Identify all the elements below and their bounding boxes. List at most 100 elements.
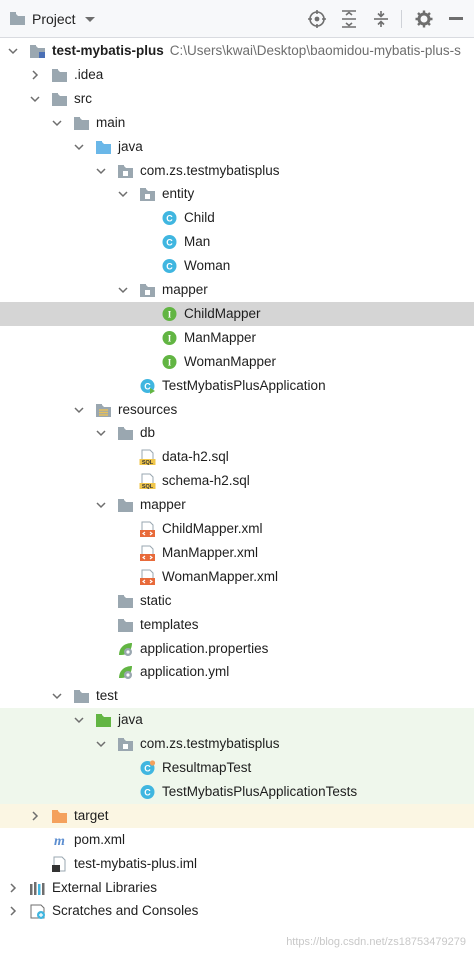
tree-item-com-zs-testmybatisplus[interactable]: com.zs.testmybatisplus <box>0 159 474 183</box>
tree-item-label: java <box>118 712 143 728</box>
folder-icon <box>118 594 133 608</box>
tree-item-external-libraries[interactable]: External Libraries <box>0 876 474 900</box>
svg-text:I: I <box>168 309 172 319</box>
svg-text:I: I <box>168 357 172 367</box>
tree-item-test-mybatis-plus[interactable]: test-mybatis-plus C:\Users\kwai\Desktop\b… <box>0 39 474 63</box>
chevron-down-icon[interactable] <box>118 285 128 295</box>
module-name: test-mybatis-plus <box>52 43 164 58</box>
tree-item-womanmapper[interactable]: I WomanMapper <box>0 350 474 374</box>
tree-item-label: static <box>140 592 172 608</box>
module-path: C:\Users\kwai\Desktop\baomidou-mybatis-p… <box>169 43 461 58</box>
tree-item-scratches-and-consoles[interactable]: Scratches and Consoles <box>0 899 474 923</box>
hide-icon[interactable] <box>446 9 466 29</box>
locate-icon[interactable] <box>307 9 327 29</box>
tree-item-templates[interactable]: templates <box>0 613 474 637</box>
tree-item-childmapper[interactable]: I ChildMapper <box>0 301 474 326</box>
class-icon: C <box>162 235 177 250</box>
tree-item-src[interactable]: src <box>0 87 474 111</box>
tree-item-label: target <box>74 807 109 823</box>
xml-file-icon <box>140 569 155 585</box>
tree-item-mapper[interactable]: mapper <box>0 278 474 302</box>
chevron-down-icon[interactable] <box>74 142 84 152</box>
chevron-right-icon[interactable] <box>30 811 40 821</box>
folder-icon <box>74 690 89 704</box>
collapse-all-icon[interactable] <box>371 9 391 29</box>
tree-item-com-zs-testmybatisplus[interactable]: com.zs.testmybatisplus <box>0 732 474 757</box>
tree-item-data-h2-sql[interactable]: SQL data-h2.sql <box>0 445 474 469</box>
tree-item-woman[interactable]: C Woman <box>0 254 474 278</box>
chevron-down-icon[interactable] <box>74 715 84 725</box>
class-icon: C <box>162 259 177 274</box>
tree-item-resultmaptest[interactable]: C ResultmapTest <box>0 756 474 780</box>
tree-item-java[interactable]: java <box>0 135 474 159</box>
chevron-down-icon[interactable] <box>96 500 106 510</box>
sql-file-icon: SQL <box>139 449 156 466</box>
chevron-down-icon[interactable] <box>74 405 84 415</box>
chevron-down-icon[interactable] <box>118 189 128 199</box>
expand-all-icon[interactable] <box>339 9 359 29</box>
tree-item-resources[interactable]: resources <box>0 398 474 422</box>
tree-item-application-properties[interactable]: application.properties <box>0 637 474 661</box>
package-icon <box>118 164 133 178</box>
tree-item-main[interactable]: main <box>0 111 474 135</box>
iml-file-icon <box>52 856 66 872</box>
tree-item-label: test-mybatis-plus.iml <box>74 855 198 871</box>
project-title[interactable]: Project <box>32 11 76 27</box>
chevron-right-icon[interactable] <box>8 882 18 893</box>
tree-item-schema-h2-sql[interactable]: SQL schema-h2.sql <box>0 469 474 493</box>
tree-item-application-yml[interactable]: application.yml <box>0 660 474 684</box>
tree-item-man[interactable]: C Man <box>0 230 474 254</box>
tree-item-label: ChildMapper.xml <box>162 521 263 536</box>
tree-item-label: application.properties <box>140 640 269 656</box>
tree-item-testmybatisplusapplication[interactable]: C TestMybatisPlusApplication <box>0 374 474 398</box>
spring-config-icon <box>119 666 132 680</box>
tree-item-manmapper[interactable]: I ManMapper <box>0 326 474 350</box>
tree-item-label: test <box>96 688 118 704</box>
tree-item-womanmapper-xml[interactable]: WomanMapper.xml <box>0 565 474 589</box>
tree-item-entity[interactable]: entity <box>0 182 474 206</box>
tree-item-test-mybatis-plus-iml[interactable]: test-mybatis-plus.iml <box>0 852 474 876</box>
class-icon: C <box>162 211 177 226</box>
folder-icon <box>118 499 133 513</box>
chevron-down-icon[interactable] <box>52 118 62 128</box>
chevron-down-icon[interactable] <box>8 46 18 56</box>
tree-item-static[interactable]: static <box>0 589 474 613</box>
tree-item-label: TestMybatisPlusApplicationTests <box>162 783 358 799</box>
tree-item-db[interactable]: db <box>0 421 474 445</box>
tree-item-mapper[interactable]: mapper <box>0 493 474 517</box>
chevron-down-icon[interactable] <box>52 691 62 701</box>
tree-item-label: pom.xml <box>74 831 126 847</box>
tree-item-child[interactable]: C Child <box>0 206 474 230</box>
tree-item-label: ChildMapper <box>184 305 261 321</box>
svg-text:C: C <box>166 262 173 272</box>
chevron-down-icon[interactable] <box>30 94 40 104</box>
package-icon <box>140 188 155 202</box>
tree-item-target[interactable]: target <box>0 803 474 828</box>
resources-folder-icon <box>96 403 111 417</box>
tree-item-manmapper-xml[interactable]: ManMapper.xml <box>0 541 474 565</box>
chevron-right-icon[interactable] <box>30 70 40 80</box>
interface-icon: I <box>162 354 177 369</box>
tree-item-label: Woman <box>184 258 231 274</box>
tree-item-testmybatisplusapplicationtests[interactable]: C TestMybatisPlusApplicationTests <box>0 779 474 804</box>
settings-icon[interactable] <box>414 9 434 29</box>
tree-item-label: mapper <box>140 497 186 513</box>
xml-file-icon <box>140 521 155 537</box>
chevron-right-icon[interactable] <box>8 906 18 916</box>
tree-item-java[interactable]: java <box>0 708 474 733</box>
chevron-down-icon[interactable] <box>96 166 106 176</box>
class-icon: C <box>140 784 155 799</box>
tree-item-label: WomanMapper.xml <box>162 568 279 584</box>
tree-item-label: Man <box>184 234 211 250</box>
tree-item-label: Scratches and Consoles <box>52 903 199 919</box>
chevron-down-icon[interactable] <box>84 16 96 24</box>
svg-text:I: I <box>168 333 172 343</box>
tree-item-idea[interactable]: .idea <box>0 63 474 87</box>
folder-icon <box>118 427 133 441</box>
chevron-down-icon[interactable] <box>96 739 106 749</box>
chevron-down-icon[interactable] <box>96 428 106 438</box>
tree-item-test[interactable]: test <box>0 684 474 708</box>
tree-item-childmapper-xml[interactable]: ChildMapper.xml <box>0 517 474 541</box>
tree-item-pom-xml[interactable]: m pom.xml <box>0 828 474 852</box>
maven-icon: m <box>54 834 65 848</box>
